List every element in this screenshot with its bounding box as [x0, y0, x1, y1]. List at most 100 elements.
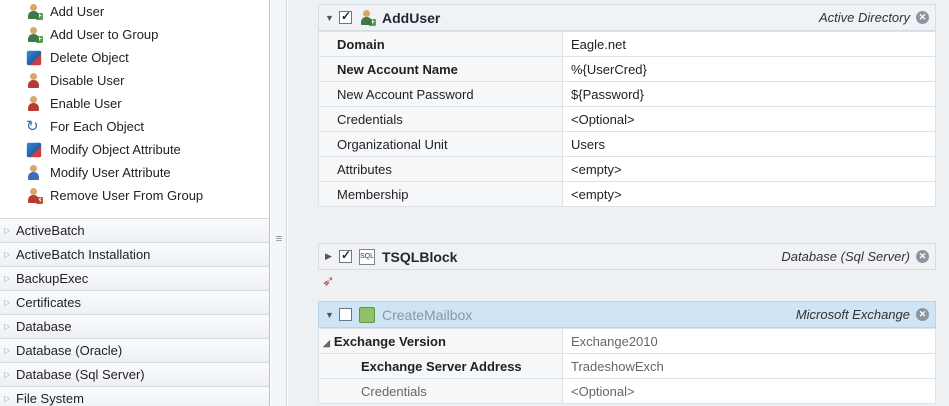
- splitter-grip-icon[interactable]: ≡: [274, 234, 284, 245]
- collapse-triangle-icon[interactable]: ◢: [323, 338, 330, 348]
- panel-splitter[interactable]: ≡: [271, 0, 287, 406]
- step-title: CreateMailbox: [382, 306, 473, 323]
- action-label: Delete Object: [50, 50, 129, 65]
- property-value[interactable]: %{UserCred}: [562, 56, 936, 82]
- expand-arrow-icon: ▷: [4, 226, 11, 235]
- action-label: Modify Object Attribute: [50, 142, 181, 157]
- category-label: ActiveBatch: [16, 223, 85, 238]
- category-label: Database (Oracle): [16, 343, 123, 358]
- property-value[interactable]: Users: [562, 131, 936, 157]
- property-group-label: ◢ Exchange Version: [318, 328, 563, 354]
- user-edit-icon: [26, 164, 42, 181]
- action-disable-user[interactable]: Disable User: [0, 69, 269, 92]
- remove-step-icon[interactable]: ✕: [916, 250, 929, 263]
- property-value[interactable]: Exchange2010: [562, 328, 936, 354]
- category-certificates[interactable]: ▷ Certificates: [0, 290, 269, 314]
- category-database-sql-server[interactable]: ▷ Database (Sql Server): [0, 362, 269, 386]
- expand-arrow-icon: ▷: [4, 322, 11, 331]
- user-remove-icon: ×: [26, 187, 43, 204]
- expand-arrow-icon: ▷: [4, 298, 11, 307]
- action-remove-user-from-group[interactable]: × Remove User From Group: [0, 184, 269, 207]
- expand-arrow-icon: ▷: [4, 346, 11, 355]
- property-value[interactable]: Eagle.net: [562, 31, 936, 57]
- property-label: Membership: [318, 181, 563, 207]
- step-tsqlblock: ▶ SQL TSQLBlock Database (Sql Server) ✕: [318, 243, 936, 270]
- loop-icon: [26, 117, 42, 135]
- connector-icon[interactable]: [322, 272, 338, 291]
- remove-step-icon[interactable]: ✕: [916, 308, 929, 321]
- property-row: Credentials <Optional>: [318, 106, 936, 132]
- property-row: New Account Password ${Password}: [318, 81, 936, 107]
- property-value[interactable]: <empty>: [562, 181, 936, 207]
- step-title: TSQLBlock: [382, 248, 458, 265]
- category-activebatch[interactable]: ▷ ActiveBatch: [0, 218, 269, 242]
- property-row: Organizational Unit Users: [318, 131, 936, 157]
- step-createmailbox: ▼ CreateMailbox Microsoft Exchange ✕ ◢ Ex…: [318, 301, 936, 404]
- action-label: Enable User: [50, 96, 122, 111]
- step-category: Active Directory: [818, 10, 910, 25]
- property-row: Domain Eagle.net: [318, 31, 936, 57]
- group-label-text: Exchange Version: [333, 333, 446, 349]
- action-label: Modify User Attribute: [50, 165, 171, 180]
- category-backupexec[interactable]: ▷ BackupExec: [0, 266, 269, 290]
- step-title: AddUser: [382, 9, 441, 26]
- property-row: New Account Name %{UserCred}: [318, 56, 936, 82]
- step-createmailbox-header[interactable]: ▼ CreateMailbox Microsoft Exchange ✕: [318, 301, 936, 328]
- action-modify-user-attribute[interactable]: Modify User Attribute: [0, 161, 269, 184]
- action-add-user[interactable]: + Add User: [0, 0, 269, 23]
- user-enable-icon: [26, 95, 42, 112]
- remove-step-icon[interactable]: ✕: [916, 11, 929, 24]
- workflow-canvas: ▼ + AddUser Active Directory ✕ Domain Ea…: [288, 0, 949, 406]
- property-label: Attributes: [318, 156, 563, 182]
- category-label: Certificates: [16, 295, 82, 310]
- property-label: Organizational Unit: [318, 131, 563, 157]
- property-value[interactable]: <empty>: [562, 156, 936, 182]
- action-label: Add User: [50, 4, 105, 19]
- delete-object-icon: [26, 50, 42, 65]
- property-value[interactable]: TradeshowExch: [562, 353, 936, 379]
- step-tsqlblock-header[interactable]: ▶ SQL TSQLBlock Database (Sql Server) ✕: [318, 243, 936, 270]
- expand-arrow-icon[interactable]: ▶: [325, 251, 339, 262]
- property-label: Domain: [318, 31, 563, 57]
- property-group-row[interactable]: ◢ Exchange Version Exchange2010: [318, 328, 936, 354]
- step-adduser-checkbox[interactable]: [339, 9, 352, 24]
- user-add-icon: +: [26, 3, 43, 20]
- category-file-system[interactable]: ▷ File System: [0, 386, 269, 406]
- action-modify-object-attribute[interactable]: Modify Object Attribute: [0, 138, 269, 161]
- step-createmailbox-checkbox[interactable]: [339, 308, 352, 321]
- action-label: Remove User From Group: [50, 188, 204, 203]
- step-adduser: ▼ + AddUser Active Directory ✕ Domain Ea…: [318, 4, 936, 207]
- category-database[interactable]: ▷ Database: [0, 314, 269, 338]
- action-for-each-object[interactable]: For Each Object: [0, 115, 269, 138]
- action-label: For Each Object: [50, 119, 144, 134]
- object-edit-icon: [26, 142, 42, 157]
- mailbox-icon: [359, 306, 375, 323]
- property-label: Credentials: [318, 106, 563, 132]
- category-label: File System: [16, 391, 84, 406]
- user-group-add-icon: +: [26, 26, 43, 43]
- property-row: Exchange Server Address TradeshowExch: [318, 353, 936, 379]
- user-add-icon: +: [359, 9, 376, 26]
- property-value[interactable]: ${Password}: [562, 81, 936, 107]
- property-value[interactable]: <Optional>: [562, 106, 936, 132]
- user-disable-icon: [26, 72, 42, 89]
- category-label: ActiveBatch Installation: [16, 247, 151, 262]
- action-enable-user[interactable]: Enable User: [0, 92, 269, 115]
- action-add-user-to-group[interactable]: + Add User to Group: [0, 23, 269, 46]
- property-label: Credentials: [318, 378, 563, 404]
- action-label: Add User to Group: [50, 27, 159, 42]
- action-delete-object[interactable]: Delete Object: [0, 46, 269, 69]
- collapse-arrow-icon[interactable]: ▼: [325, 310, 339, 320]
- step-tsqlblock-checkbox[interactable]: [339, 248, 352, 263]
- adduser-properties: Domain Eagle.net New Account Name %{User…: [318, 31, 936, 207]
- collapse-arrow-icon[interactable]: ▼: [325, 13, 339, 23]
- expand-arrow-icon: ▷: [4, 274, 11, 283]
- expand-arrow-icon: ▷: [4, 394, 11, 403]
- property-row: Membership <empty>: [318, 181, 936, 207]
- property-value[interactable]: <Optional>: [562, 378, 936, 404]
- category-activebatch-installation[interactable]: ▷ ActiveBatch Installation: [0, 242, 269, 266]
- property-row: Attributes <empty>: [318, 156, 936, 182]
- category-database-oracle[interactable]: ▷ Database (Oracle): [0, 338, 269, 362]
- actions-panel: + Add User + Add User to Group Delete Ob…: [0, 0, 270, 406]
- step-adduser-header[interactable]: ▼ + AddUser Active Directory ✕: [318, 4, 936, 31]
